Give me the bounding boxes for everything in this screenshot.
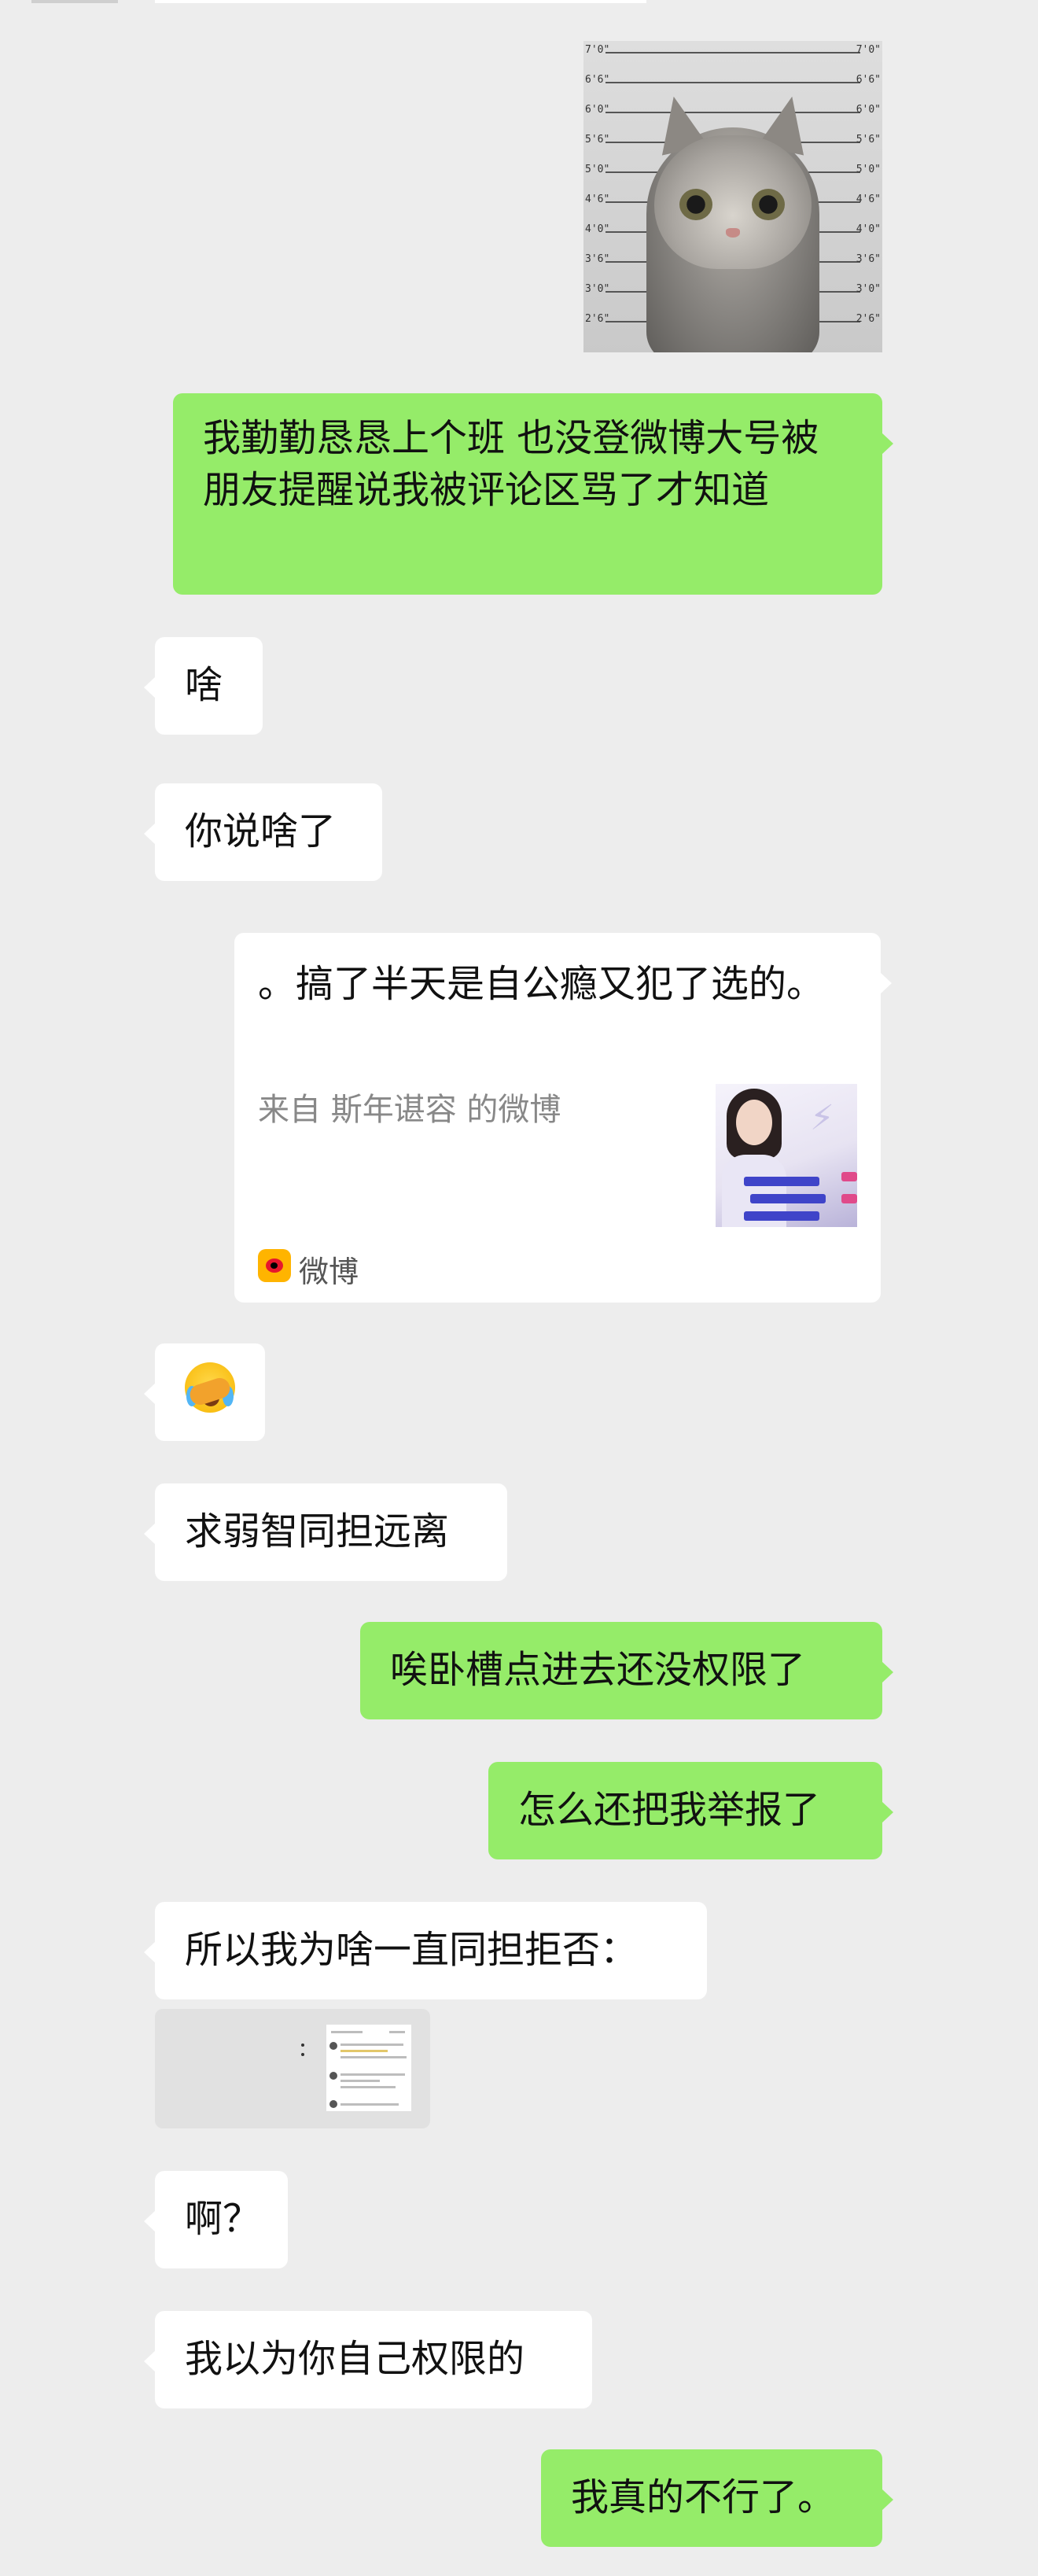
scale-label: 5'6" xyxy=(585,134,610,146)
scale-label: 3'0" xyxy=(856,283,881,295)
scale-label: 2'6" xyxy=(585,313,610,325)
thumbnail-bar xyxy=(744,1177,819,1186)
previous-message-fragment xyxy=(31,0,118,3)
message-bubble-outgoing[interactable]: 唉卧槽点进去还没权限了 xyxy=(360,1622,893,1719)
message-text: 我勤勤恳恳上个班 也没登微博大号被朋友提醒说我被评论区骂了才知道 xyxy=(203,416,819,512)
message-bubble-outgoing[interactable]: 我勤勤恳恳上个班 也没登微博大号被朋友提醒说我被评论区骂了才知道 xyxy=(173,393,893,595)
scale-label: 4'0" xyxy=(856,223,881,235)
scale-label: 6'6" xyxy=(585,74,610,86)
screenshot-thumbnail xyxy=(326,2025,411,2111)
thumbnail-badge xyxy=(841,1194,857,1203)
mini-avatar xyxy=(329,2100,337,2108)
message-bubble-outgoing[interactable]: 怎么还把我举报了 xyxy=(488,1762,893,1859)
thumbnail-decoration: ⚡ xyxy=(810,1098,834,1138)
screenshot-image-message[interactable] xyxy=(155,2009,430,2128)
thumbnail-person-face xyxy=(736,1100,772,1145)
weibo-link-card[interactable]: 。搞了半天是自公瘾又犯了选的。 来自 斯年谌容 的微博 ⚡ 微博 xyxy=(234,933,892,1303)
cat-eye xyxy=(752,189,785,220)
scale-label: 3'6" xyxy=(585,253,610,265)
message-text: 我以为你自己权限的 xyxy=(185,2337,525,2381)
scale-label: 7'0" xyxy=(585,44,610,56)
scale-label: 5'0" xyxy=(856,164,881,175)
mini-text-line xyxy=(340,2073,405,2076)
message-text: 你说啥了 xyxy=(185,809,337,853)
mini-avatar xyxy=(329,2042,337,2050)
message-text: 啊？ xyxy=(185,2197,261,2241)
message-bubble-incoming[interactable]: 我以为你自己权限的 xyxy=(144,2311,592,2408)
cat-eye xyxy=(679,189,712,220)
scale-label: 5'0" xyxy=(585,164,610,175)
mini-text-line xyxy=(331,2031,363,2033)
mini-text-line xyxy=(340,2103,399,2106)
message-bubble-incoming[interactable]: 所以我为啥一直同担拒否： xyxy=(144,1902,707,1999)
link-card-app-name: 微博 xyxy=(299,1255,359,1289)
scale-label: 3'0" xyxy=(585,283,610,295)
scale-label: 6'0" xyxy=(856,104,881,116)
thumbnail-bar xyxy=(750,1194,826,1203)
scale-label: 3'6" xyxy=(856,253,881,265)
link-card-thumbnail: ⚡ xyxy=(716,1084,857,1227)
mini-text-line xyxy=(340,2050,388,2052)
mini-text-line xyxy=(389,2031,405,2033)
message-bubble-incoming[interactable]: 你说啥了 xyxy=(144,783,382,881)
scale-label: 2'6" xyxy=(856,313,881,325)
previous-message-fragment xyxy=(155,0,646,3)
mini-text-line xyxy=(340,2086,396,2088)
scale-label: 4'0" xyxy=(585,223,610,235)
cat-mugshot-image-message[interactable]: 7'0" 6'6" 6'0" 5'6" 5'0" 4'6" 4'0" 3'6" … xyxy=(583,41,882,352)
scale-label: 7'0" xyxy=(856,44,881,56)
thumbnail-bar xyxy=(744,1211,819,1221)
mini-avatar xyxy=(329,2072,337,2080)
message-bubble-incoming[interactable]: 啥 xyxy=(144,637,263,735)
facepalm-crying-emoji-icon xyxy=(185,1362,235,1413)
cat-head xyxy=(654,135,812,269)
scale-label: 5'6" xyxy=(856,134,881,146)
message-text: 求弱智同担远离 xyxy=(185,1509,450,1553)
cat-nose xyxy=(726,228,740,238)
message-bubble-incoming[interactable]: 求弱智同担远离 xyxy=(144,1483,507,1581)
mini-text-line xyxy=(340,2056,407,2058)
message-text: 唉卧槽点进去还没权限了 xyxy=(390,1648,806,1692)
thumbnail-badge xyxy=(841,1172,857,1181)
message-text: 所以我为啥一直同担拒否： xyxy=(185,1928,639,1972)
mini-text-line xyxy=(340,2043,403,2046)
message-text: 啥 xyxy=(185,663,223,707)
mini-text-line xyxy=(340,2080,380,2082)
message-bubble-incoming[interactable]: 啊？ xyxy=(144,2171,288,2268)
image-overlay-dots xyxy=(301,2040,304,2061)
message-text: 我真的不行了。 xyxy=(571,2475,836,2519)
scale-label: 6'6" xyxy=(856,74,881,86)
scale-label: 4'6" xyxy=(856,193,881,205)
scale-label: 4'6" xyxy=(585,193,610,205)
weibo-logo-icon xyxy=(258,1249,291,1282)
message-text: 怎么还把我举报了 xyxy=(518,1788,821,1832)
link-card-source: 来自 斯年谌容 的微博 xyxy=(258,1092,561,1128)
scale-label: 6'0" xyxy=(585,104,610,116)
message-bubble-outgoing[interactable]: 我真的不行了。 xyxy=(541,2449,893,2547)
message-bubble-incoming-emoji[interactable] xyxy=(144,1343,265,1441)
link-card-title: 。搞了半天是自公瘾又犯了选的。 xyxy=(258,962,825,1006)
